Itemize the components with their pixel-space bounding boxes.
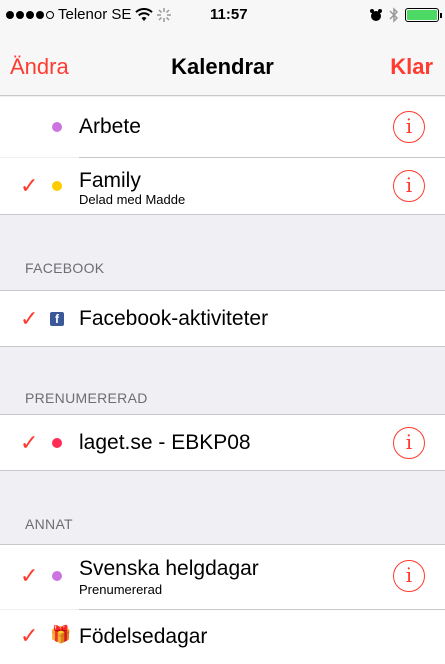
page-title: Kalendrar bbox=[171, 54, 274, 79]
calendar-color-dot bbox=[52, 181, 62, 191]
checkmark-icon: ✓ bbox=[20, 563, 39, 588]
calendar-title: Arbete bbox=[79, 115, 141, 138]
calendar-color-dot bbox=[52, 438, 62, 448]
calendar-row-svenska-helgdagar[interactable]: ✓ Svenska helgdagar Prenumererad i bbox=[0, 545, 445, 609]
status-time: 11:57 bbox=[210, 6, 248, 23]
activity-icon bbox=[157, 7, 172, 22]
calendar-row-fodelsedagar[interactable]: ✓ 🎁 Födelsedagar bbox=[0, 610, 445, 664]
wifi-icon bbox=[135, 7, 154, 21]
checkmark-icon: ✓ bbox=[20, 623, 39, 648]
calendar-row-facebook[interactable]: ✓ f Facebook-aktiviteter bbox=[0, 291, 445, 346]
checkmark-icon: ✓ bbox=[20, 306, 39, 331]
calendar-title: Facebook-aktiviteter bbox=[79, 307, 269, 330]
info-button[interactable]: i bbox=[393, 427, 425, 459]
alarm-icon bbox=[370, 9, 382, 21]
facebook-icon: f bbox=[50, 312, 64, 326]
calendar-row-arbete[interactable]: Arbete i bbox=[0, 97, 445, 157]
carrier-label: Telenor SE bbox=[58, 6, 132, 23]
calendar-color-dot bbox=[52, 122, 62, 132]
section-header-annat: ANNAT bbox=[25, 516, 73, 532]
group-border bbox=[0, 214, 445, 215]
calendar-title: laget.se - EBKP08 bbox=[79, 431, 251, 454]
calendar-color-dot bbox=[52, 571, 62, 581]
checkmark-icon: ✓ bbox=[20, 430, 39, 455]
section-header-prenumererad: PRENUMERERAD bbox=[25, 390, 148, 406]
calendar-title: Svenska helgdagar bbox=[79, 557, 259, 580]
info-button[interactable]: i bbox=[393, 111, 425, 143]
checkmark-icon: ✓ bbox=[20, 173, 39, 198]
info-button[interactable]: i bbox=[393, 170, 425, 202]
calendar-row-laget[interactable]: ✓ laget.se - EBKP08 i bbox=[0, 415, 445, 470]
calendar-subtitle: Prenumererad bbox=[79, 582, 163, 597]
status-right bbox=[369, 7, 442, 23]
done-button[interactable]: Klar bbox=[390, 54, 433, 80]
calendar-title: Födelsedagar bbox=[79, 625, 208, 648]
section-header-facebook: FACEBOOK bbox=[25, 260, 105, 276]
calendar-subtitle: Delad med Madde bbox=[79, 192, 186, 207]
signal-dots-icon bbox=[6, 10, 54, 19]
battery-icon bbox=[405, 8, 442, 22]
bluetooth-icon bbox=[389, 7, 399, 23]
group-border bbox=[0, 346, 445, 347]
status-bar: Telenor SE 11:57 bbox=[0, 0, 445, 30]
navigation-bar: Ändra Kalendrar Klar bbox=[0, 30, 445, 96]
calendar-title: Family bbox=[79, 169, 141, 192]
info-button[interactable]: i bbox=[393, 560, 425, 592]
gift-icon: 🎁 bbox=[50, 625, 72, 644]
status-left: Telenor SE bbox=[6, 6, 172, 23]
calendar-row-family[interactable]: ✓ Family Delad med Madde i bbox=[0, 158, 445, 214]
group-border bbox=[0, 470, 445, 471]
